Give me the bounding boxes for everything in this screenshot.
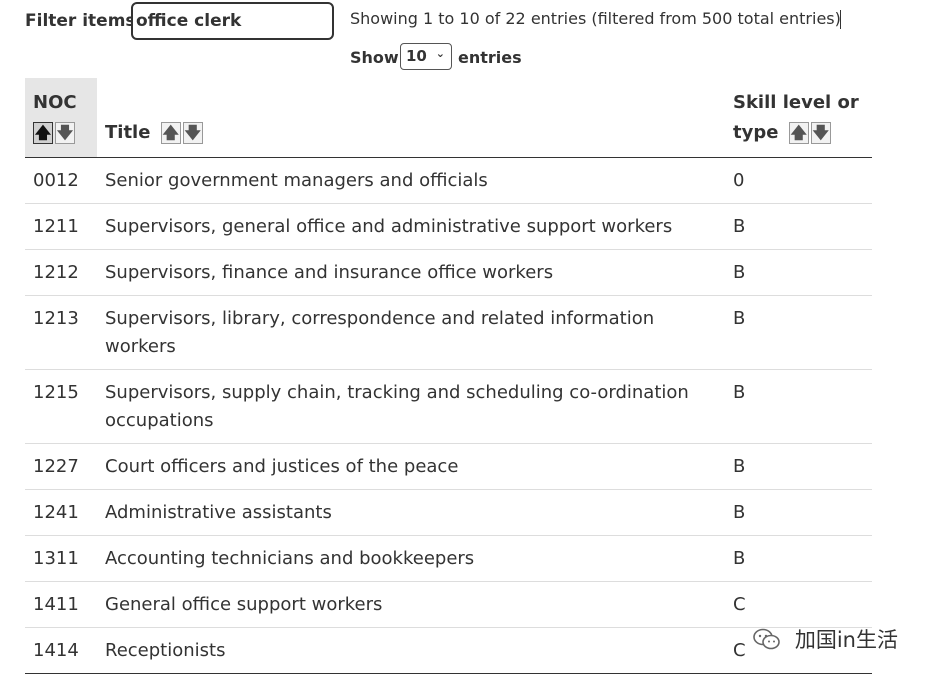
sort-desc-icon[interactable]: 🡇 [182, 122, 203, 144]
results-table: NOC 🡅 🡇 Title 🡅 🡇 Skill level or type 🡅 🡇 [25, 78, 872, 674]
cell-skill: B [725, 369, 872, 444]
table-header-row: NOC 🡅 🡇 Title 🡅 🡇 Skill level or type 🡅 🡇 [25, 78, 872, 158]
cell-skill: C [725, 581, 872, 628]
table-row: 1211 Supervisors, general office and adm… [25, 203, 872, 250]
cell-noc: 1414 [25, 627, 97, 674]
show-label: Show [350, 48, 399, 67]
table-row: 1215 Supervisors, supply chain, tracking… [25, 369, 872, 444]
cell-noc: 1211 [25, 203, 97, 250]
status-divider [840, 10, 841, 29]
status-text: Showing 1 to 10 of 22 entries (filtered … [350, 9, 841, 28]
cell-skill: 0 [725, 157, 872, 204]
column-header-title-label: Title [105, 122, 151, 143]
table-row: 0012 Senior government managers and offi… [25, 157, 872, 204]
cell-noc: 0012 [25, 157, 97, 204]
cell-noc: 1215 [25, 369, 97, 444]
cell-noc: 1311 [25, 535, 97, 582]
entries-label: entries [458, 48, 522, 67]
cell-noc: 1241 [25, 489, 97, 536]
cell-skill: B [725, 535, 872, 582]
cell-skill: B [725, 249, 872, 296]
sort-asc-icon[interactable]: 🡅 [160, 122, 181, 144]
noc-sort-controls: 🡅 🡇 [33, 118, 77, 148]
column-header-noc: NOC 🡅 🡇 [25, 78, 97, 158]
cell-title: Court officers and justices of the peace [97, 443, 725, 490]
page-size-select[interactable]: 10 ⌄ [400, 43, 452, 70]
sort-asc-icon[interactable]: 🡅 [33, 122, 53, 144]
table-row: 1227 Court officers and justices of the … [25, 443, 872, 490]
watermark-text: 加国in生活 [794, 628, 898, 652]
wechat-icon [753, 628, 780, 650]
cell-skill: B [725, 443, 872, 490]
cell-title: Senior government managers and officials [97, 157, 725, 204]
table-row: 1411 General office support workers C [25, 581, 872, 628]
column-header-skill: Skill level or type 🡅 🡇 [725, 78, 872, 158]
cell-title: Administrative assistants [97, 489, 725, 536]
cell-title: Supervisors, general office and administ… [97, 203, 725, 250]
chevron-down-icon: ⌄ [435, 47, 445, 60]
column-header-skill-label-2: type [733, 122, 779, 143]
cell-title: Accounting technicians and bookkeepers [97, 535, 725, 582]
table-row: 1241 Administrative assistants B [25, 489, 872, 536]
cell-skill: B [725, 203, 872, 250]
title-sort-controls: 🡅 🡇 [160, 118, 205, 148]
cell-title: Supervisors, supply chain, tracking and … [97, 369, 725, 444]
table-row: 1414 Receptionists C [25, 627, 872, 674]
table-row: 1213 Supervisors, library, correspondenc… [25, 295, 872, 370]
cell-title: Supervisors, finance and insurance offic… [97, 249, 725, 296]
table-row: 1311 Accounting technicians and bookkeep… [25, 535, 872, 582]
cell-skill: B [725, 489, 872, 536]
cell-noc: 1212 [25, 249, 97, 296]
column-header-title: Title 🡅 🡇 [97, 78, 725, 158]
cell-skill: B [725, 295, 872, 370]
cell-noc: 1227 [25, 443, 97, 490]
filter-label: Filter items [25, 11, 136, 31]
filter-input[interactable] [131, 2, 334, 40]
cell-title: Receptionists [97, 627, 725, 674]
sort-desc-icon[interactable]: 🡇 [810, 122, 831, 144]
skill-sort-controls: 🡅 🡇 [788, 118, 833, 148]
cell-noc: 1411 [25, 581, 97, 628]
cell-title: Supervisors, library, correspondence and… [97, 295, 725, 370]
column-header-noc-label: NOC [33, 92, 77, 113]
cell-noc: 1213 [25, 295, 97, 370]
sort-asc-icon[interactable]: 🡅 [788, 122, 809, 144]
cell-title: General office support workers [97, 581, 725, 628]
page-size-value: 10 [406, 47, 427, 65]
sort-desc-icon[interactable]: 🡇 [55, 122, 75, 144]
column-header-skill-label: Skill level or [733, 92, 859, 113]
table-row: 1212 Supervisors, finance and insurance … [25, 249, 872, 296]
